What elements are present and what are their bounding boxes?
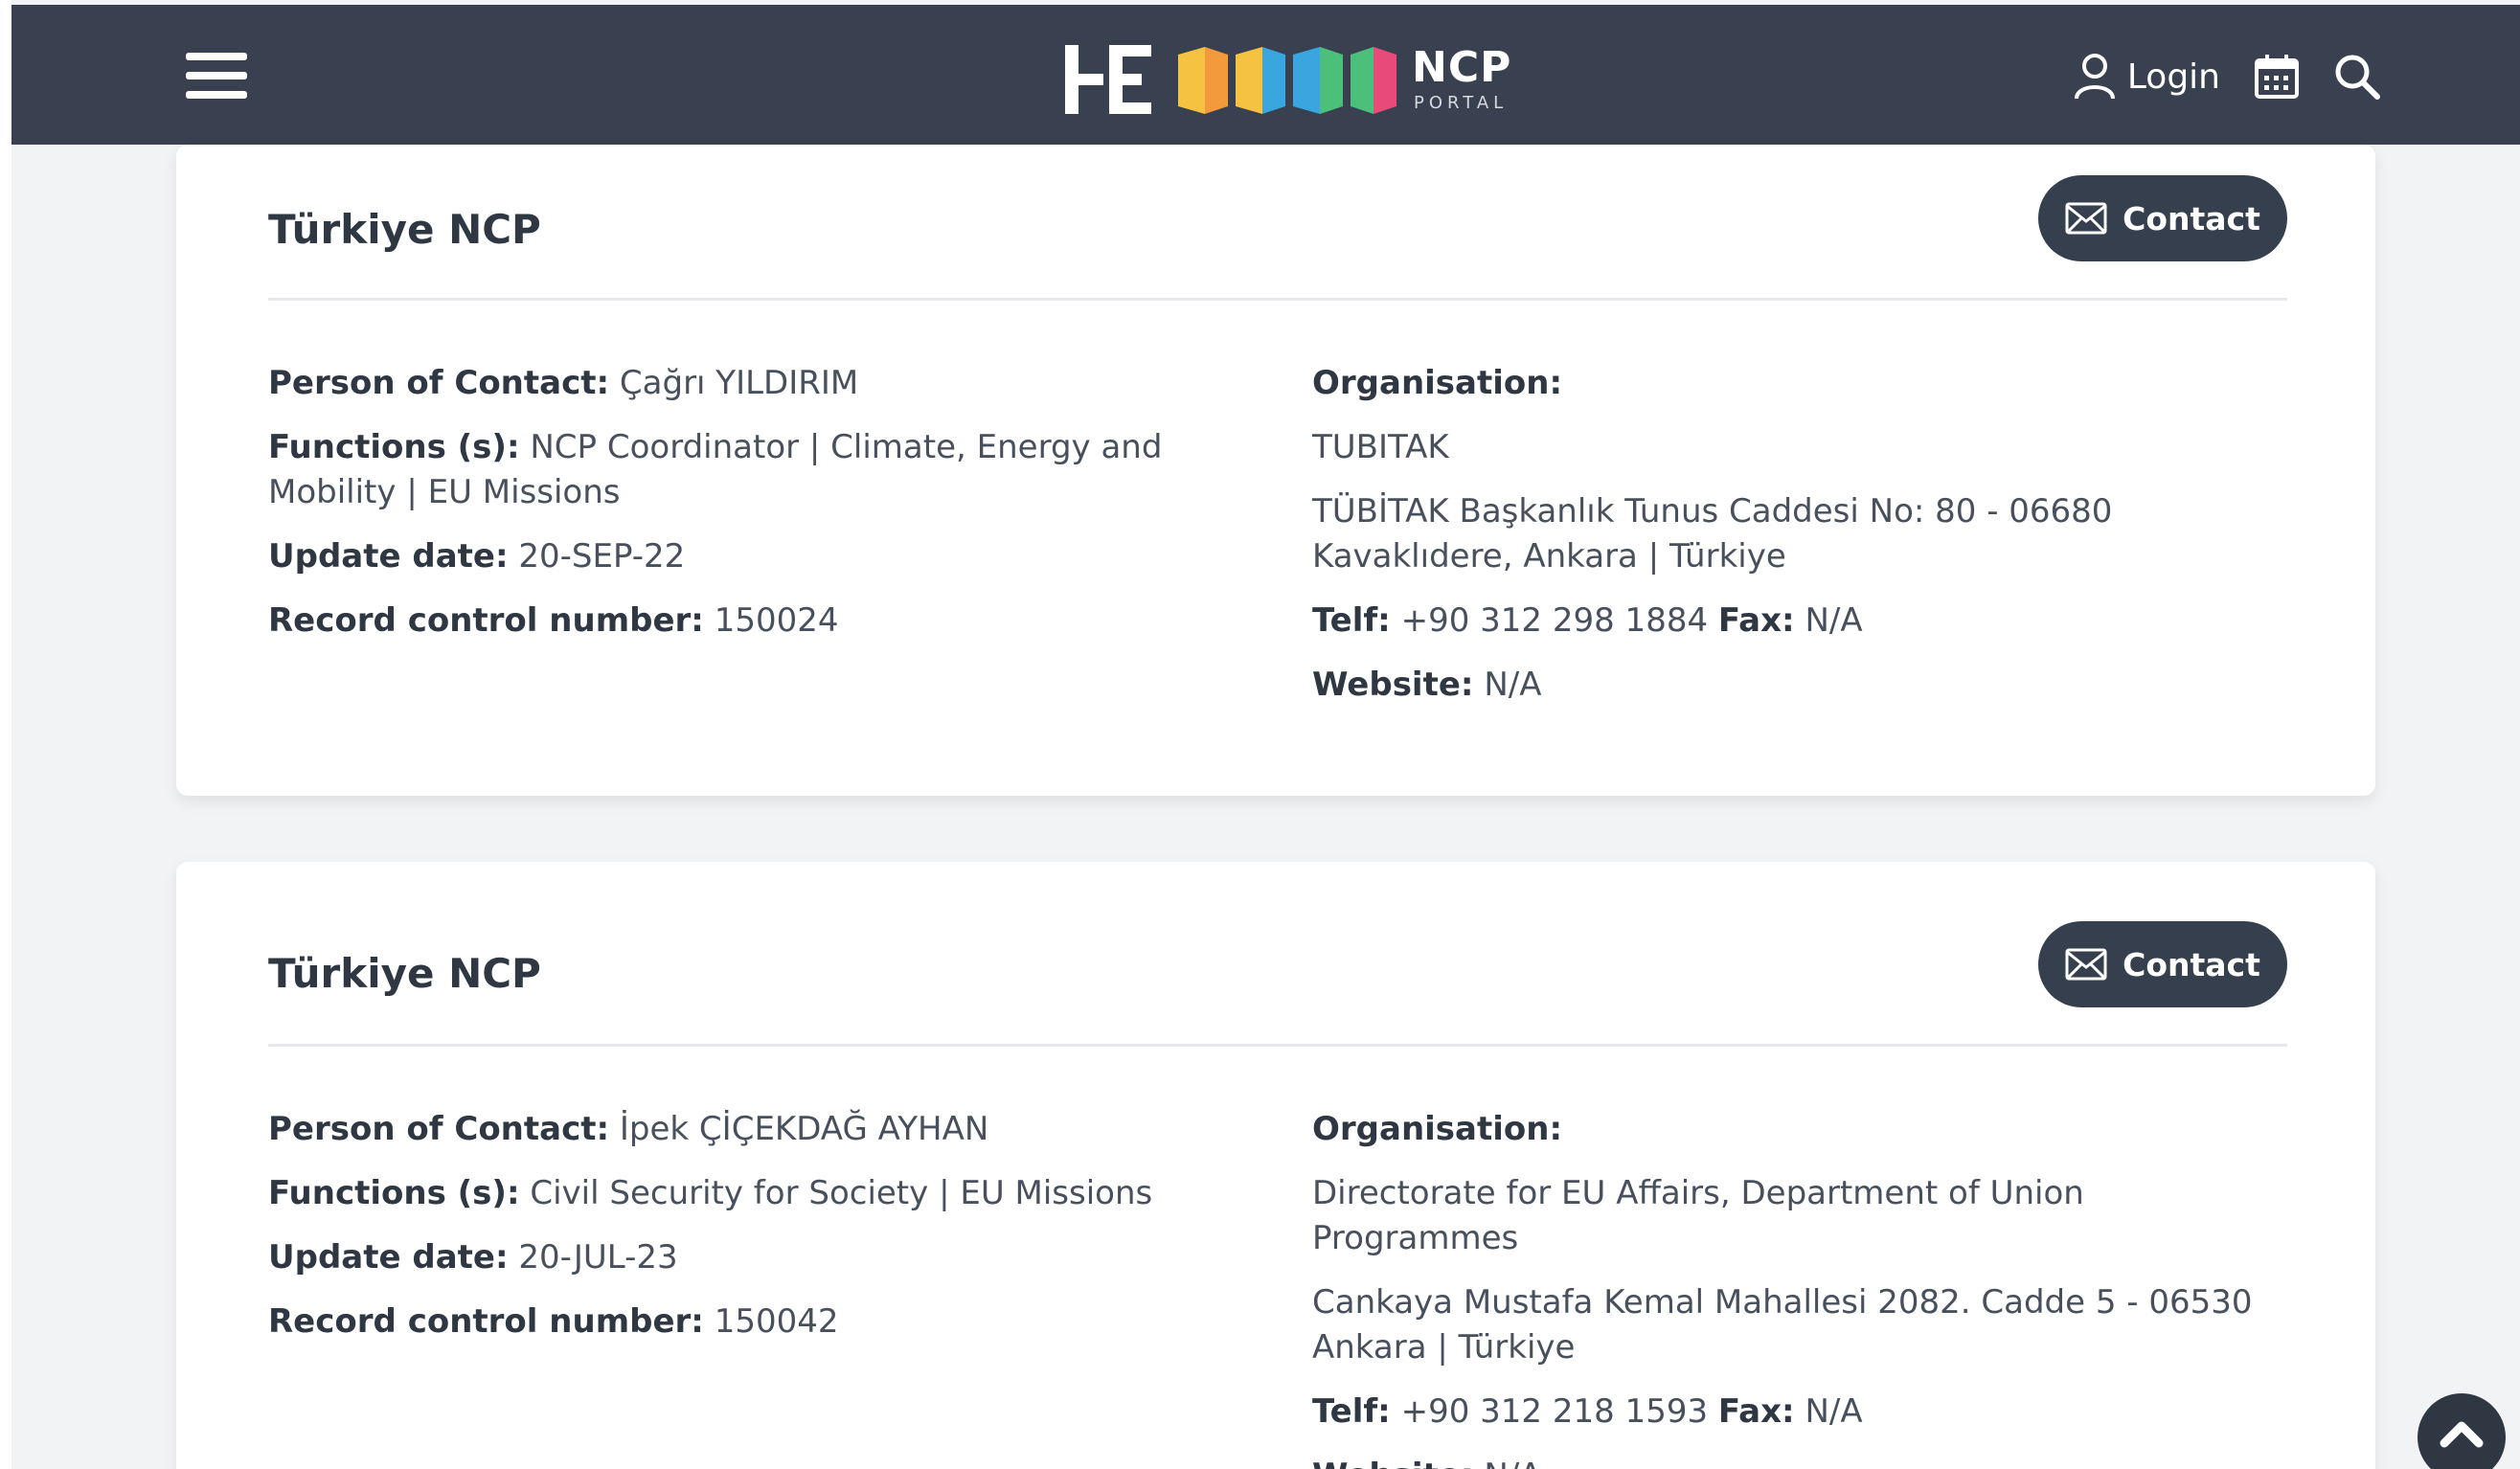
update-value: 20-SEP-22	[518, 537, 686, 576]
organisation-label-row: Organisation:	[1312, 364, 1563, 402]
person-row: Person of Contact: İpek ÇİÇEKDAĞ AYHAN	[268, 1110, 989, 1148]
person-value: Çağrı YILDIRIM	[619, 364, 859, 402]
contact-label: Contact	[2123, 199, 2260, 237]
functions-row: Functions (s): NCP Coordinator | Climate…	[268, 428, 1163, 511]
update-value: 20-JUL-23	[518, 1238, 678, 1277]
he-logo-icon	[1065, 45, 1396, 114]
functions-row: Functions (s): Civil Security for Societ…	[268, 1174, 1153, 1212]
envelope-icon	[2065, 202, 2107, 235]
contact-label: Contact	[2123, 945, 2260, 983]
user-icon	[2074, 54, 2115, 100]
fax-value: N/A	[1805, 601, 1863, 640]
ncp-card: Türkiye NCP Contact Person of Contact: Ç…	[176, 145, 2375, 796]
logo-text: NCP	[1412, 43, 1512, 92]
card-title: Türkiye NCP	[268, 206, 541, 253]
website-value: N/A	[1484, 666, 1542, 704]
scroll-to-top-button[interactable]	[2418, 1393, 2506, 1469]
menu-icon[interactable]	[174, 45, 247, 106]
card-divider	[268, 298, 2287, 301]
search-icon[interactable]	[2333, 53, 2381, 101]
calendar-icon[interactable]	[2253, 53, 2301, 101]
organisation-details: Organisation: TUBITAK TÜBİTAK Başkanlık …	[1312, 361, 2280, 727]
contact-details: Person of Contact: İpek ÇİÇEKDAĞ AYHAN F…	[268, 1107, 1264, 1364]
contact-details: Person of Contact: Çağrı YILDIRIM Functi…	[268, 361, 1264, 663]
chevron-up-icon	[2440, 1421, 2484, 1448]
organisation-value: Directorate for EU Affairs, Department o…	[1312, 1174, 2084, 1257]
update-row: Update date: 20-JUL-23	[268, 1238, 678, 1277]
person-row: Person of Contact: Çağrı YILDIRIM	[268, 364, 859, 402]
organisation-details: Organisation: Directorate for EU Affairs…	[1312, 1107, 2280, 1469]
organisation-label-row: Organisation:	[1312, 1110, 1563, 1148]
card-title: Türkiye NCP	[268, 950, 541, 997]
envelope-icon	[2065, 948, 2107, 981]
update-row: Update date: 20-SEP-22	[268, 537, 686, 576]
phone-row: Telf: +90 312 218 1593 Fax: N/A	[1312, 1392, 1863, 1431]
ncp-portal-logo[interactable]: NCP PORTAL	[1065, 34, 1525, 120]
record-value: 150024	[714, 601, 839, 640]
contact-button[interactable]: Contact	[2038, 921, 2287, 1007]
website-row: Website: N/A	[1312, 666, 1542, 704]
top-navigation-bar: NCP PORTAL Login	[11, 5, 2520, 145]
website-row: Website: N/A	[1312, 1454, 2280, 1469]
record-value: 150042	[714, 1302, 839, 1341]
card-divider	[268, 1044, 2287, 1047]
phone-value: +90 312 218 1593	[1400, 1392, 1709, 1431]
address-value: TÜBİTAK Başkanlık Tunus Caddesi No: 80 -…	[1312, 492, 2113, 576]
organisation-value: TUBITAK	[1312, 428, 1449, 466]
login-label: Login	[2126, 56, 2220, 97]
nav-actions: Login	[2074, 43, 2381, 110]
address-value: Cankaya Mustafa Kemal Mahallesi 2082. Ca…	[1312, 1283, 2253, 1367]
record-row: Record control number: 150042	[268, 1302, 839, 1341]
logo-subtext: PORTAL	[1414, 93, 1509, 113]
login-link[interactable]: Login	[2074, 53, 2220, 101]
website-value: N/A	[1484, 1457, 1541, 1469]
functions-value: Civil Security for Society | EU Missions	[530, 1174, 1153, 1212]
ncp-card: Türkiye NCP Contact Person of Contact: İ…	[176, 862, 2375, 1469]
phone-row: Telf: +90 312 298 1884 Fax: N/A	[1312, 601, 1863, 640]
contact-button[interactable]: Contact	[2038, 175, 2287, 261]
fax-value: N/A	[1805, 1392, 1863, 1431]
person-value: İpek ÇİÇEKDAĞ AYHAN	[619, 1110, 989, 1148]
phone-value: +90 312 298 1884	[1400, 601, 1709, 640]
record-row: Record control number: 150024	[268, 601, 839, 640]
